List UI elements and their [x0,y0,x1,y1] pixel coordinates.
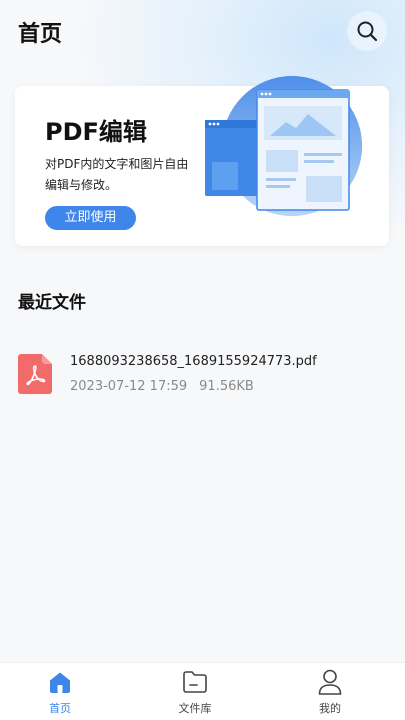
pdf-editor-illustration [205,76,362,216]
tab-files[interactable]: 文件库 [145,663,245,720]
tab-mine[interactable]: 我的 [280,663,380,720]
file-meta: 2023-07-12 17:59 91.56KB [70,379,254,394]
search-icon [357,21,378,42]
user-icon [318,669,342,695]
file-name: 1688093238658_1689155924773.pdf [70,354,317,369]
pdf-file-icon [18,354,52,394]
recent-files-title: 最近文件 [18,293,86,313]
file-date: 2023-07-12 17:59 [70,379,188,394]
search-button[interactable] [347,11,387,51]
top-bar: 首页 [0,0,405,64]
tab-label-home: 首页 [49,702,71,715]
tab-label-mine: 我的 [319,702,341,715]
list-item[interactable]: 1688093238658_1689155924773.pdf 2023-07-… [0,344,405,408]
file-size: 91.56KB [199,379,254,394]
banner-description: 对PDF内的文字和图片自由编辑与修改。 [45,157,189,192]
tab-label-files: 文件库 [178,702,212,715]
tab-home[interactable]: 首页 [10,663,110,720]
use-now-button[interactable]: 立即使用 [45,206,136,230]
page-title: 首页 [18,22,63,47]
banner-title: PDF编辑 [45,118,147,146]
folder-icon [183,671,207,693]
bottom-tab-bar: 首页 文件库 我的 [0,662,405,720]
home-icon [50,672,70,693]
